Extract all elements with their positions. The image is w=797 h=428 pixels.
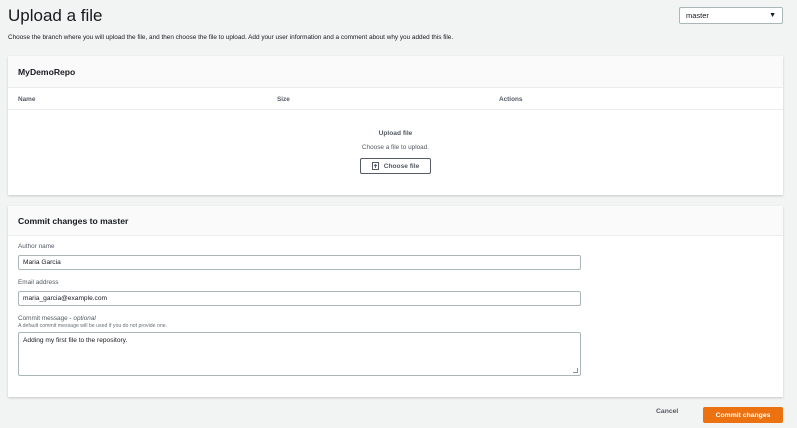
repository-panel-header: MyDemoRepo (8, 56, 783, 88)
column-size: Size (277, 96, 290, 103)
caret-down-icon: ▼ (769, 12, 776, 19)
column-actions: Actions (499, 96, 523, 103)
file-table-header: Name Size Actions (8, 88, 783, 110)
branch-select[interactable]: master ▼ (679, 7, 783, 24)
upload-help-text: Choose a file to upload. (361, 144, 430, 151)
email-address-input[interactable] (18, 291, 581, 306)
upload-title: Upload file (378, 130, 413, 137)
email-field-group: Email address (18, 279, 773, 306)
page-description: Choose the branch where you will upload … (8, 34, 454, 41)
email-address-label: Email address (18, 279, 59, 286)
commit-panel: Commit changes to master Author name Ema… (8, 206, 783, 397)
commit-changes-button[interactable]: Commit changes (703, 407, 783, 423)
branch-select-value: master (686, 11, 709, 20)
cancel-button[interactable]: Cancel (656, 408, 678, 415)
commit-message-label: Commit message - optional (18, 315, 773, 322)
commit-message-textarea[interactable]: Adding my first file to the repository. (18, 332, 581, 376)
page-title: Upload a file (8, 6, 103, 25)
commit-panel-header: Commit changes to master (8, 206, 783, 236)
repository-name: MyDemoRepo (18, 66, 76, 77)
column-name: Name (18, 96, 36, 103)
commit-form: Author name Email address Commit message… (8, 236, 783, 376)
upload-area: Upload file Choose a file to upload. Cho… (8, 110, 783, 175)
author-name-input[interactable] (18, 255, 581, 270)
commit-message-hint: A default commit message will be used if… (18, 323, 168, 329)
resize-grip-icon[interactable] (573, 368, 578, 373)
author-name-label: Author name (18, 243, 55, 250)
choose-file-label: Choose file (383, 162, 420, 170)
author-field-group: Author name (18, 243, 773, 270)
file-upload-icon (371, 162, 379, 170)
repository-panel: MyDemoRepo Name Size Actions Upload file… (8, 56, 783, 195)
commit-message-value: Adding my first file to the repository. (23, 337, 128, 344)
choose-file-button[interactable]: Choose file (360, 158, 431, 174)
commit-message-label-text: Commit message - (18, 315, 74, 322)
optional-tag: optional (73, 315, 96, 322)
message-field-group: Commit message - optional A default comm… (18, 315, 773, 376)
commit-panel-title: Commit changes to master (18, 215, 129, 226)
